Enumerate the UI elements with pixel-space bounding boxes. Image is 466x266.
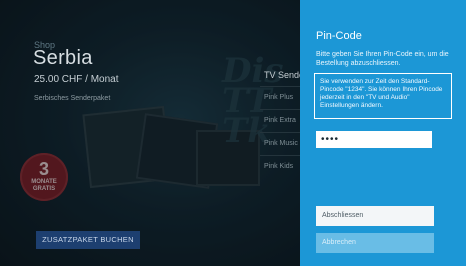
book-package-button[interactable]: ZUSATZPAKET BUCHEN <box>36 231 140 249</box>
channel-item: Pink Music <box>260 132 300 155</box>
default-pin-notice: Sie verwenden zur Zeit den Standard-Pinc… <box>314 73 452 119</box>
page-title: Serbia <box>33 47 93 69</box>
channel-item: Pink Kids <box>260 155 300 178</box>
cancel-button[interactable]: Abbrechen <box>316 233 434 253</box>
channel-list-header: TV Sender <box>264 70 308 80</box>
channel-list: TV Sender Pink Plus Pink Extra Pink Musi… <box>260 70 308 178</box>
confirm-button[interactable]: Abschliessen <box>316 206 434 226</box>
dialog-title: Pin-Code <box>316 30 362 42</box>
pin-input[interactable] <box>316 131 432 148</box>
channel-item: Pink Extra <box>260 109 300 132</box>
screen: Dis TT Tk 3 MONATE GRATIS Shop Serbia 25.0… <box>0 0 466 266</box>
pin-dialog: Pin-Code Bitte geben Sie Ihren Pin-Code … <box>300 0 466 266</box>
package-description: Serbisches Senderpaket <box>34 95 111 102</box>
dialog-instruction: Bitte geben Sie Ihren Pin-Code ein, um d… <box>316 51 449 67</box>
price-label: 25.00 CHF / Monat <box>34 74 119 85</box>
channel-item: Pink Plus <box>260 86 300 109</box>
